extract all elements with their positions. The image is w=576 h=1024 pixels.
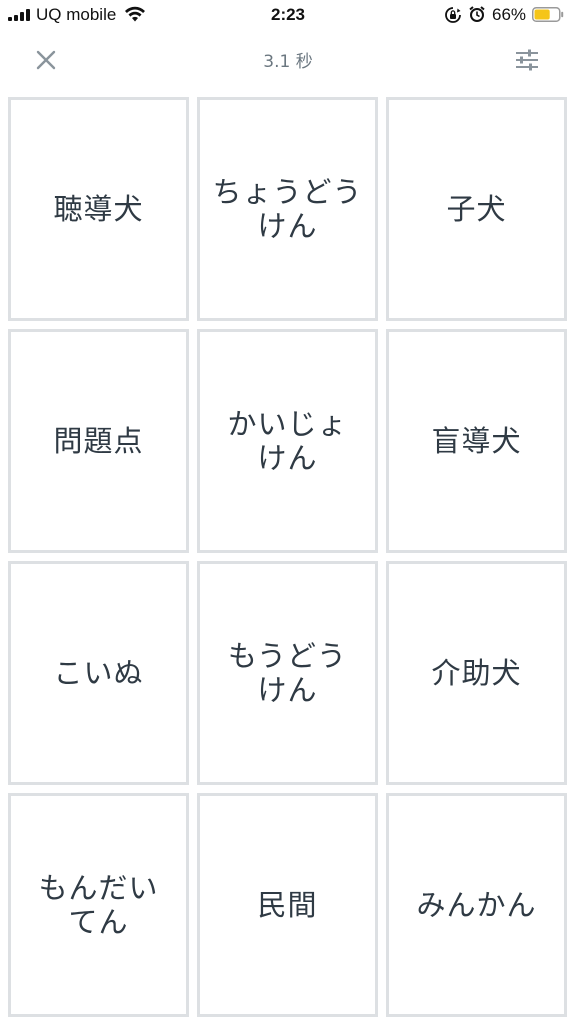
card-label: みんかん [416,888,537,922]
match-card[interactable]: もんだい てん [8,793,189,1017]
card-label: 盲導犬 [431,424,522,458]
match-card[interactable]: 民間 [197,793,378,1017]
card-label: 民間 [257,888,318,922]
match-card[interactable]: 介助犬 [386,561,567,785]
match-card[interactable]: もうどう けん [197,561,378,785]
alarm-icon [469,6,485,22]
card-label: ちょうどう けん [212,175,363,243]
card-label: かいじょ けん [227,407,348,475]
sliders-icon [516,49,538,71]
status-bar: UQ mobile 2:23 66% [0,0,576,30]
battery-percent: 66% [492,5,527,24]
match-card[interactable]: 子犬 [386,97,567,321]
elapsed-timer: 3.1 秒 [263,52,313,72]
card-label: こいぬ [53,656,144,690]
card-label: 介助犬 [431,656,522,690]
match-card[interactable]: 盲導犬 [386,329,567,553]
card-label: もんだい てん [38,871,159,939]
match-card-grid: 聴導犬 ちょうどう けん 子犬 問題点 かいじょ けん 盲導犬 こいぬ もうどう… [8,97,568,1019]
game-header: 3.1 秒 [0,30,576,90]
card-label: もうどう けん [227,639,348,707]
match-card[interactable]: みんかん [386,793,567,1017]
card-label: 問題点 [53,424,144,458]
match-game-screen: UQ mobile 2:23 66% 3.1 秒 聴導犬 ちょうどう けん 子犬… [0,0,576,1024]
rotation-lock-icon [445,7,461,23]
match-card[interactable]: ちょうどう けん [197,97,378,321]
battery-icon [532,7,564,22]
match-card[interactable]: 聴導犬 [8,97,189,321]
match-card[interactable]: こいぬ [8,561,189,785]
settings-button[interactable] [508,42,546,78]
card-label: 聴導犬 [53,192,144,226]
card-label: 子犬 [446,192,507,226]
match-card[interactable]: 問題点 [8,329,189,553]
match-card[interactable]: かいじょ けん [197,329,378,553]
status-time: 2:23 [270,5,306,24]
